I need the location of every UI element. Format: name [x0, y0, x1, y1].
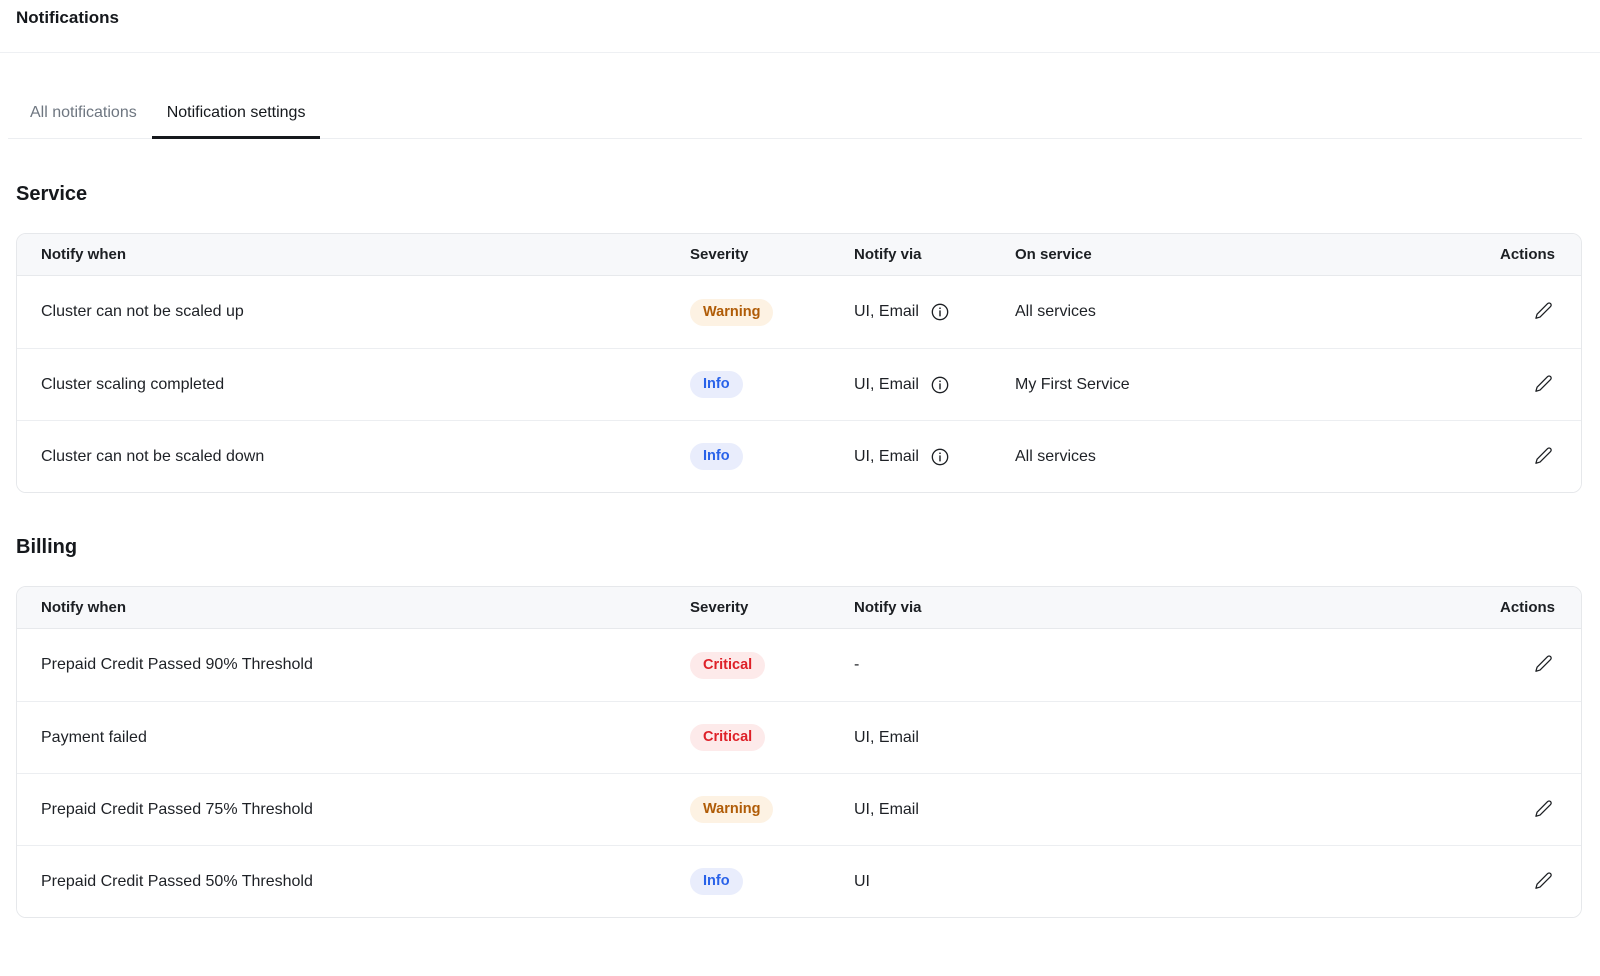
- column-header-notify-via: Notify via: [854, 587, 1426, 629]
- section-title-service: Service: [16, 183, 1582, 206]
- on-service-cell: My First Service: [1015, 348, 1426, 420]
- notify-via-value: UI, Email: [854, 701, 1426, 773]
- table-header-row: Notify when Severity Notify via On servi…: [17, 234, 1581, 276]
- column-header-severity: Severity: [690, 234, 854, 276]
- table-row: Prepaid Credit Passed 75% Threshold Warn…: [17, 773, 1581, 845]
- notify-via-value: UI, Email: [854, 376, 919, 394]
- severity-badge: Warning: [690, 299, 773, 326]
- edit-notification-button[interactable]: [1532, 372, 1555, 395]
- severity-badge: Warning: [690, 796, 773, 823]
- column-header-actions: Actions: [1426, 234, 1581, 276]
- table-header-row: Notify when Severity Notify via Actions: [17, 587, 1581, 629]
- notify-when-cell: Cluster can not be scaled up: [17, 276, 690, 348]
- severity-badge: Critical: [690, 724, 765, 751]
- table-row: Prepaid Credit Passed 50% Threshold Info…: [17, 845, 1581, 917]
- actions-cell-empty: [1426, 701, 1581, 773]
- tab-notification-settings[interactable]: Notification settings: [152, 90, 321, 139]
- on-service-cell: All services: [1015, 276, 1426, 348]
- notify-via-value: UI: [854, 845, 1426, 917]
- column-header-on-service: On service: [1015, 234, 1426, 276]
- column-header-actions: Actions: [1426, 587, 1581, 629]
- edit-notification-button[interactable]: [1532, 869, 1555, 892]
- notifications-tab-bar: All notifications Notification settings: [8, 90, 1582, 139]
- column-header-notify-when: Notify when: [17, 587, 690, 629]
- edit-notification-button[interactable]: [1532, 444, 1555, 467]
- info-circle-icon[interactable]: [930, 447, 950, 467]
- notify-via-value: UI, Email: [854, 448, 919, 466]
- notify-when-cell: Prepaid Credit Passed 90% Threshold: [17, 629, 690, 701]
- info-circle-icon[interactable]: [930, 302, 950, 322]
- table-row: Cluster scaling completed Info UI, Email…: [17, 348, 1581, 420]
- notify-via-value: UI, Email: [854, 773, 1426, 845]
- notify-when-cell: Payment failed: [17, 701, 690, 773]
- info-circle-icon[interactable]: [930, 375, 950, 395]
- page-header: Notifications: [0, 0, 1600, 53]
- notify-when-cell: Cluster scaling completed: [17, 348, 690, 420]
- billing-notifications-table: Notify when Severity Notify via Actions …: [16, 586, 1582, 918]
- page-title: Notifications: [16, 8, 1600, 28]
- severity-badge: Info: [690, 443, 743, 470]
- edit-notification-button[interactable]: [1532, 299, 1555, 322]
- severity-badge: Critical: [690, 652, 765, 679]
- column-header-notify-when: Notify when: [17, 234, 690, 276]
- tab-all-notifications[interactable]: All notifications: [15, 90, 152, 139]
- notify-when-cell: Prepaid Credit Passed 75% Threshold: [17, 773, 690, 845]
- on-service-cell: All services: [1015, 420, 1426, 492]
- notify-when-cell: Prepaid Credit Passed 50% Threshold: [17, 845, 690, 917]
- section-title-billing: Billing: [16, 536, 1582, 559]
- severity-badge: Info: [690, 371, 743, 398]
- notify-via-value: -: [854, 629, 1426, 701]
- service-notifications-table: Notify when Severity Notify via On servi…: [16, 233, 1582, 493]
- edit-notification-button[interactable]: [1532, 652, 1555, 675]
- severity-badge: Info: [690, 868, 743, 895]
- notify-when-cell: Cluster can not be scaled down: [17, 420, 690, 492]
- table-row: Cluster can not be scaled up Warning UI,…: [17, 276, 1581, 348]
- notify-via-value: UI, Email: [854, 303, 919, 321]
- column-header-severity: Severity: [690, 587, 854, 629]
- table-row: Prepaid Credit Passed 90% Threshold Crit…: [17, 629, 1581, 701]
- table-row: Payment failed Critical UI, Email: [17, 701, 1581, 773]
- edit-notification-button[interactable]: [1532, 797, 1555, 820]
- table-row: Cluster can not be scaled down Info UI, …: [17, 420, 1581, 492]
- column-header-notify-via: Notify via: [854, 234, 1015, 276]
